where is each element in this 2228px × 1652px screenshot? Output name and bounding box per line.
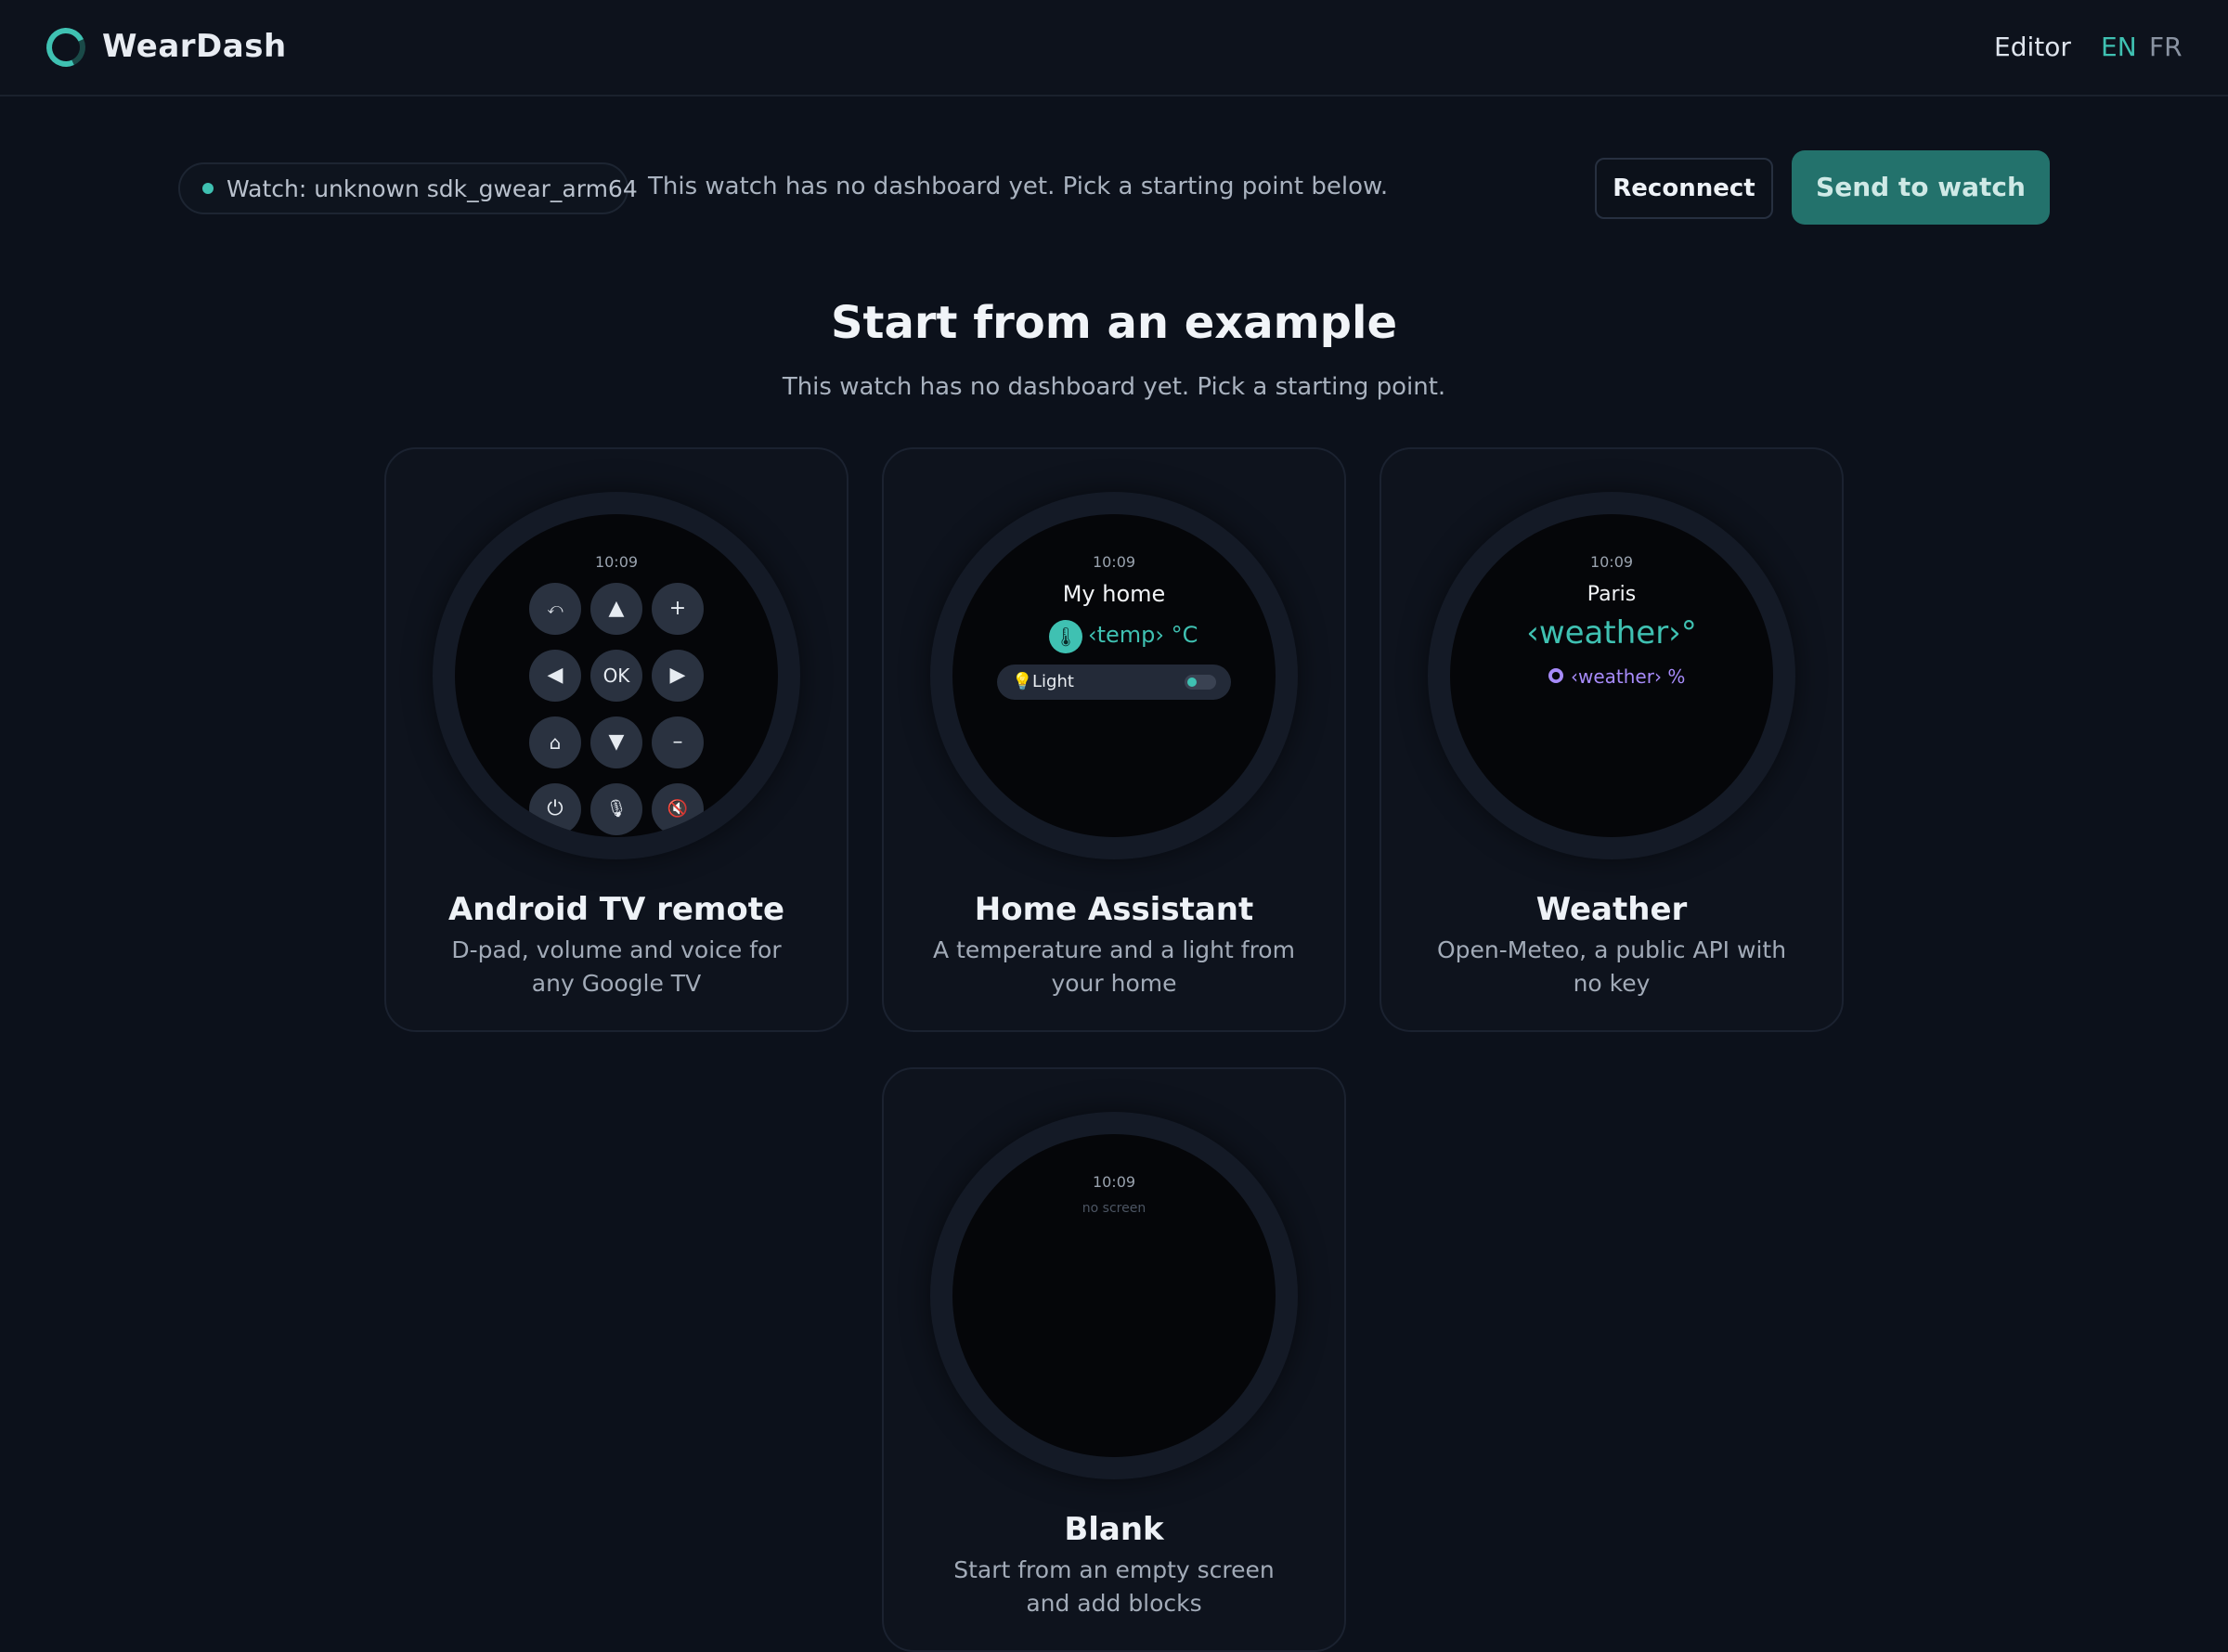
send-to-watch-button[interactable]: Send to watch xyxy=(1792,150,2050,225)
no-screen-note: no screen xyxy=(1082,1201,1146,1216)
watch-status-pill: Watch: unknown sdk_gwear_arm64 xyxy=(178,162,638,214)
bulb-icon: 💡 xyxy=(1012,672,1033,691)
droplet-icon: ● xyxy=(1548,668,1563,683)
card-title: Blank xyxy=(1064,1511,1164,1548)
mic-icon[interactable]: 🎙 xyxy=(590,783,642,835)
status-message: This watch has no dashboard yet. Pick a … xyxy=(648,173,1389,200)
thermometer-icon: 🌡 xyxy=(1049,620,1082,653)
brand-name: WearDash xyxy=(102,28,287,65)
connection-status-dot xyxy=(202,183,214,194)
power-icon[interactable]: ⏻ xyxy=(529,783,581,835)
nav-editor-link[interactable]: Editor xyxy=(1994,32,2071,62)
lang-fr-toggle[interactable]: FR xyxy=(2149,32,2183,62)
volume-down-icon[interactable]: – xyxy=(652,716,704,768)
watch-label: Watch: unknown sdk_gwear_arm64 xyxy=(227,175,638,202)
card-description: Start from an empty screen and add block… xyxy=(953,1556,1275,1617)
watch-time: 10:09 xyxy=(1589,553,1634,571)
card-title: Android TV remote xyxy=(447,891,785,928)
watch-preview: 10:09 no screen xyxy=(930,1112,1298,1479)
volume-up-icon[interactable]: + xyxy=(652,583,704,635)
lang-en-toggle[interactable]: EN xyxy=(2101,32,2137,62)
back-icon[interactable]: ⤺ xyxy=(529,583,581,635)
card-description: A temperature and a light from your home xyxy=(933,936,1295,997)
card-title: Home Assistant xyxy=(974,891,1254,928)
home-title: My home xyxy=(1062,581,1166,607)
watch-time: 10:09 xyxy=(1092,1173,1136,1191)
section-subtitle: This watch has no dashboard yet. Pick a … xyxy=(782,373,1446,401)
example-card-weather[interactable]: 10:09 Paris ‹weather›° ● ‹weather› % Wea… xyxy=(1380,447,1844,1032)
watch-screen: 10:09 no screen xyxy=(952,1134,1276,1457)
light-switch[interactable] xyxy=(1185,675,1216,690)
watch-time: 10:09 xyxy=(594,553,639,571)
reconnect-button[interactable]: Reconnect xyxy=(1595,158,1773,219)
weather-temperature: ‹weather›° xyxy=(1526,614,1697,652)
watch-preview: 10:09 Paris ‹weather›° ● ‹weather› % xyxy=(1428,492,1795,859)
weather-humidity: ‹weather› % xyxy=(1571,665,1686,688)
dpad-left-icon[interactable]: ◀ xyxy=(529,650,581,702)
dpad-right-icon[interactable]: ▶ xyxy=(652,650,704,702)
switch-knob xyxy=(1187,678,1197,687)
example-card-home-assistant[interactable]: 10:09 My home 🌡 ‹temp› °C 💡 Light Home A… xyxy=(882,447,1346,1032)
light-toggle-row[interactable]: 💡 Light xyxy=(997,665,1231,700)
watch-time: 10:09 xyxy=(1092,553,1136,571)
logo-icon xyxy=(41,22,91,72)
watch-preview: 10:09 My home 🌡 ‹temp› °C 💡 Light xyxy=(930,492,1298,859)
top-bar: WearDash Editor EN FR xyxy=(0,0,2228,97)
watch-preview: 10:09 ⤺ ▲ + ◀ OK ▶ ⌂ ▼ – ⏻ 🎙 🔇 xyxy=(433,492,800,859)
light-label: Light xyxy=(1032,672,1074,691)
temperature-value: ‹temp› °C xyxy=(1088,622,1198,648)
card-description: Open-Meteo, a public API with no key xyxy=(1436,936,1787,997)
home-icon[interactable]: ⌂ xyxy=(529,716,581,768)
example-card-blank[interactable]: 10:09 no screen Blank Start from an empt… xyxy=(882,1067,1346,1652)
card-title: Weather xyxy=(1535,891,1688,928)
dpad-up-icon[interactable]: ▲ xyxy=(590,583,642,635)
watch-screen: 10:09 My home 🌡 ‹temp› °C 💡 Light xyxy=(952,514,1276,837)
section-title: Start from an example xyxy=(830,297,1398,349)
mute-icon[interactable]: 🔇 xyxy=(652,783,704,835)
weather-city: Paris xyxy=(1587,583,1637,606)
ok-button[interactable]: OK xyxy=(590,650,642,702)
watch-screen: 10:09 Paris ‹weather›° ● ‹weather› % xyxy=(1450,514,1773,837)
dpad-down-icon[interactable]: ▼ xyxy=(590,716,642,768)
card-description: D-pad, volume and voice for any Google T… xyxy=(451,936,782,997)
example-card-android-tv[interactable]: 10:09 ⤺ ▲ + ◀ OK ▶ ⌂ ▼ – ⏻ 🎙 🔇 Android T… xyxy=(384,447,848,1032)
watch-screen: 10:09 ⤺ ▲ + ◀ OK ▶ ⌂ ▼ – ⏻ 🎙 🔇 xyxy=(455,514,778,837)
